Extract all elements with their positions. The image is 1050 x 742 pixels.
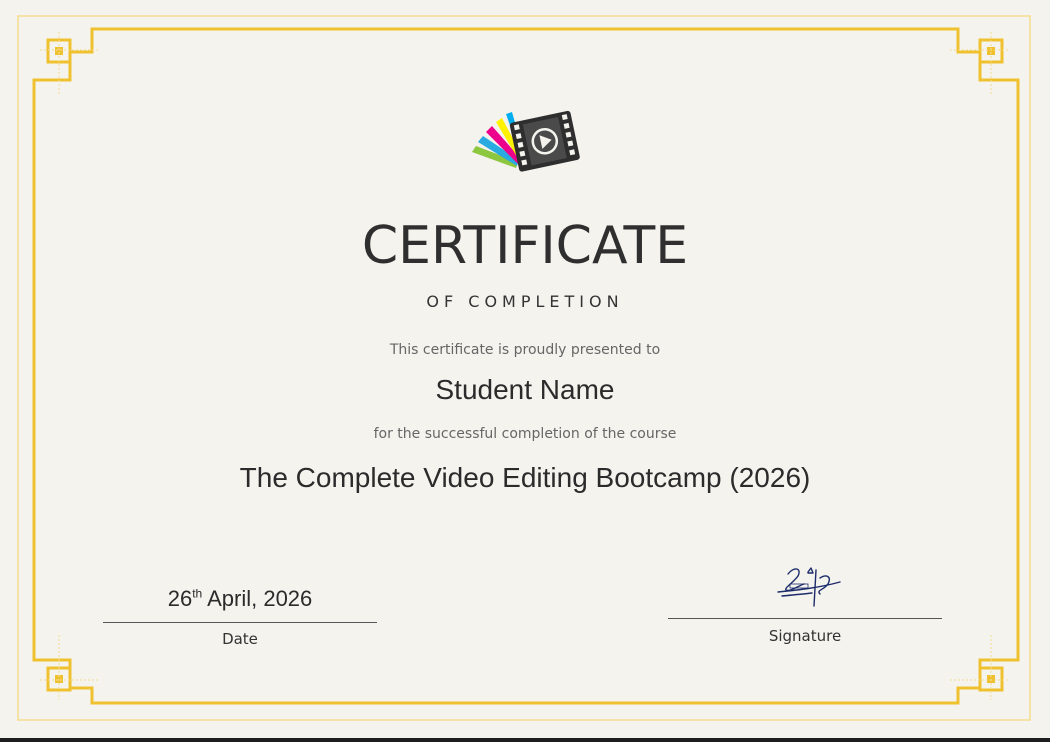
completion-text: for the successful completion of the cou… — [373, 426, 677, 442]
film-strip-play-icon — [472, 110, 580, 172]
date-day: 26 — [167, 586, 193, 611]
date-line — [103, 622, 377, 623]
certificate-title: CERTIFICATE — [361, 216, 689, 276]
date-rest: April, 2026 — [202, 586, 313, 611]
date-ordinal: th — [192, 586, 203, 601]
signature-label: Signature — [768, 627, 842, 645]
recipient-name: Student Name — [435, 374, 615, 405]
presented-text: This certificate is proudly presented to — [389, 342, 661, 358]
handwritten-signature — [777, 567, 841, 607]
date-label: Date — [222, 630, 258, 648]
signature-line — [668, 618, 942, 619]
date-value: 26th April, 2026 — [103, 586, 377, 612]
course-name: The Complete Video Editing Bootcamp (202… — [239, 462, 811, 493]
certificate: CERTIFICATE OF COMPLETION This certifica… — [0, 0, 1050, 738]
certificate-subtitle: OF COMPLETION — [426, 292, 624, 311]
